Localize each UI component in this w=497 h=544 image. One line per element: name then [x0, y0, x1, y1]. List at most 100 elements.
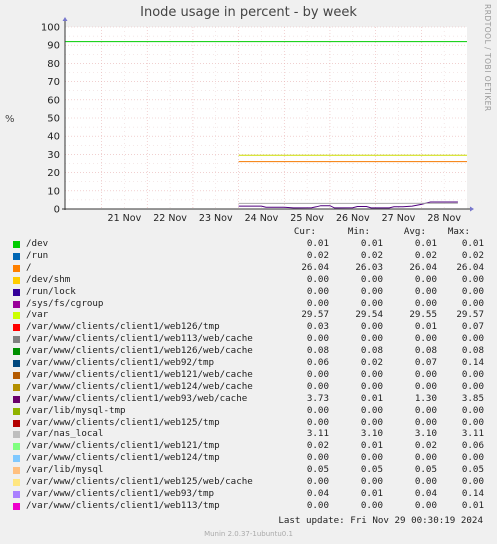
- legend-value-min: 0.00: [360, 452, 383, 464]
- x-axis-arrow: [470, 206, 474, 212]
- legend-swatch: [13, 264, 20, 272]
- legend-value-cur: 0.05: [306, 464, 329, 476]
- legend-value-cur: 0.03: [306, 321, 329, 333]
- y-tick-label: 50: [47, 114, 60, 125]
- legend-row: /var/www/clients/client1/web93/tmp 0.04 0.…: [0, 488, 497, 500]
- legend-series-name: /var/www/clients/client1/web92/tmp: [26, 357, 215, 368]
- legend-value-max: 0.00: [461, 416, 484, 428]
- y-axis-arrow: [62, 17, 68, 21]
- x-tick-label: 22 Nov: [153, 213, 187, 222]
- legend-series-name: /var/www/clients/client1/web121/tmp: [26, 440, 220, 452]
- x-tick-label: 28 Nov: [427, 213, 461, 222]
- legend-series-name: /var/www/clients/client1/web121/web/cach…: [26, 368, 253, 380]
- legend-value-cur: 0.00: [306, 476, 329, 487]
- legend-swatch: [13, 252, 20, 260]
- legend-value-max: 0.02: [461, 249, 484, 261]
- y-tick-label: 10: [47, 186, 60, 197]
- legend-swatch: [13, 348, 20, 356]
- legend-value-max: 3.85: [461, 392, 484, 404]
- x-tick-label: 21 Nov: [108, 213, 142, 222]
- x-tick-label: 24 Nov: [245, 213, 279, 222]
- legend-value-min: 0.02: [360, 249, 383, 261]
- legend-row: /run/lock 0.00 0.00 0.00 0.00: [0, 286, 497, 298]
- legend-value-min: 0.02: [360, 357, 383, 368]
- legend-value-min: 0.00: [360, 321, 383, 333]
- legend-swatch: [13, 300, 20, 308]
- legend-row: /var/www/clients/client1/web126/web/cach…: [0, 345, 497, 357]
- y-tick-label: 60: [47, 95, 60, 106]
- legend-swatch: [13, 407, 20, 415]
- last-update: Last update: Fri Nov 29 00:30:19 2024: [278, 515, 483, 526]
- legend-value-min: 0.00: [360, 404, 383, 416]
- legend-header-max: Max:: [447, 226, 470, 237]
- legend-swatch: [13, 336, 20, 344]
- x-tick-labels: 21 Nov 22 Nov 23 Nov 24 Nov 25 Nov 26 Nov 27 N…: [108, 213, 462, 222]
- legend-swatch: [13, 443, 20, 451]
- legend-series-name: /run/lock: [26, 285, 76, 297]
- legend-value-max: 0.00: [461, 297, 484, 309]
- legend-value-cur: 0.00: [306, 333, 329, 345]
- legend-swatch: [13, 455, 20, 463]
- legend-series-name: /var/www/clients/client1/web113/tmp: [26, 499, 220, 511]
- legend-series-name: /var: [26, 309, 49, 321]
- legend-row: /var/www/clients/client1/web125/web/cach…: [0, 476, 497, 488]
- legend-value-max: 0.08: [461, 345, 484, 357]
- legend-value-cur: 0.00: [306, 404, 329, 416]
- legend-value-cur: 0.04: [306, 487, 329, 499]
- legend-value-min: 0.00: [360, 273, 383, 285]
- y-tick-label: 30: [47, 150, 60, 161]
- legend-value-max: 26.04: [456, 261, 484, 273]
- legend-swatch: [13, 241, 20, 248]
- x-tick-label: 26 Nov: [336, 213, 370, 222]
- legend-value-cur: 0.01: [306, 238, 329, 249]
- legend-value-max: 0.00: [461, 285, 484, 297]
- legend-series-name: /var/www/clients/client1/web93/tmp: [26, 487, 215, 499]
- legend-row: /var/www/clients/client1/web113/web/cach…: [0, 333, 497, 345]
- legend-value-max: 0.06: [461, 440, 484, 452]
- legend-value-cur: 0.00: [306, 297, 329, 309]
- legend-row: /var/www/clients/client1/web121/web/cach…: [0, 369, 497, 381]
- legend-value-min: 0.00: [360, 333, 383, 345]
- legend-series-name: /run: [26, 249, 49, 261]
- legend-header-cur: Cur:: [293, 226, 316, 237]
- legend-series-name: /var/www/clients/client1/web125/web/cach…: [26, 476, 253, 487]
- legend-value-min: 0.01: [360, 440, 383, 452]
- legend-value-max: 0.01: [461, 499, 484, 511]
- legend-series-name: /var/lib/mysql-tmp: [26, 404, 126, 416]
- legend-row: /var/www/clients/client1/web124/web/cach…: [0, 381, 497, 393]
- y-tick-label: 70: [47, 77, 60, 88]
- legend-row: /var 29.57 29.54 29.55 29.57: [0, 309, 497, 321]
- y-tick-labels: 0 10 20 30 40 50 60 70 80 90 100: [41, 23, 60, 216]
- legend-series-name: /var/www/clients/client1/web125/tmp: [26, 416, 220, 428]
- legend-value-min: 0.01: [360, 392, 383, 404]
- legend-series-name: /: [26, 261, 32, 273]
- legend-row: /var/www/clients/client1/web126/tmp 0.03 0…: [0, 321, 497, 333]
- x-tick-label: 27 Nov: [382, 213, 416, 222]
- legend-row: /var/www/clients/client1/web93/web/cache…: [0, 393, 497, 405]
- legend-swatch: [13, 502, 20, 510]
- legend-row: /var/www/clients/client1/web124/tmp 0.00 0…: [0, 452, 497, 464]
- legend-row: /run 0.02 0.02 0.02 0.02: [0, 250, 497, 262]
- legend-row: /dev 0.01 0.01 0.01 0.01: [0, 238, 497, 250]
- legend-value-max: 29.57: [456, 309, 484, 321]
- legend-value-max: 0.00: [461, 333, 484, 345]
- legend-value-cur: 0.06: [306, 357, 329, 368]
- legend-value-min: 29.54: [355, 309, 383, 321]
- legend-value-min: 0.01: [360, 238, 383, 249]
- y-tick-label: 90: [47, 41, 60, 52]
- y-tick-label: 100: [41, 23, 60, 34]
- legend-series-name: /dev: [26, 238, 49, 249]
- legend-row: /var/www/clients/client1/web92/tmp 0.06 0.…: [0, 357, 497, 369]
- legend-value-cur: 3.11: [306, 428, 329, 440]
- y-tick-label: 80: [47, 59, 60, 70]
- legend-value-max: 0.00: [461, 368, 484, 380]
- legend-swatch: [13, 395, 20, 403]
- legend-value-cur: 0.02: [306, 440, 329, 452]
- legend-value-cur: 0.08: [306, 345, 329, 357]
- legend-swatch: [13, 288, 20, 296]
- legend-series-name: /dev/shm: [26, 273, 71, 285]
- x-tick-label: 23 Nov: [199, 213, 233, 222]
- x-tick-label: 25 Nov: [290, 213, 324, 222]
- legend-swatch: [13, 276, 20, 284]
- legend-swatch: [13, 467, 20, 475]
